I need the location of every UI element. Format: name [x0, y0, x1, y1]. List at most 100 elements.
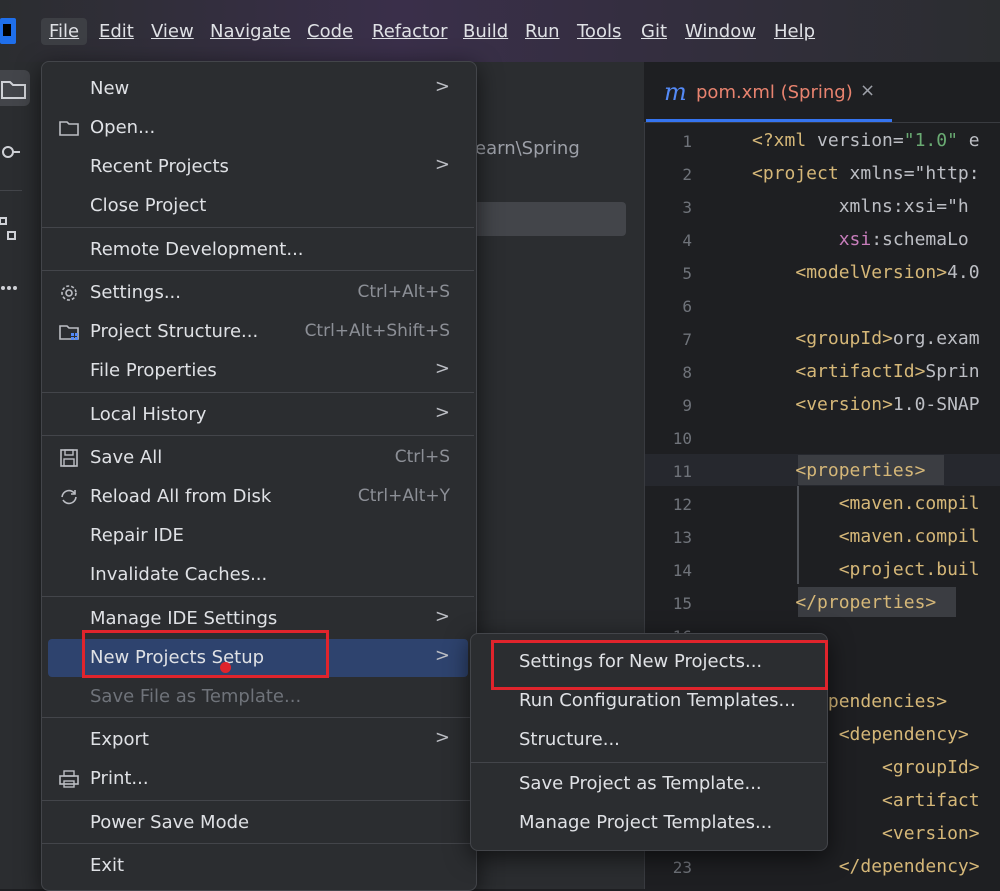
- menu-git[interactable]: Git: [633, 18, 675, 45]
- menu-run[interactable]: Run: [517, 18, 568, 45]
- line-number: 12: [672, 495, 692, 514]
- project-tool-button[interactable]: [0, 70, 30, 106]
- menu-item-open[interactable]: Open...: [48, 109, 468, 147]
- line-number: 9: [682, 396, 692, 415]
- menu-item-shortcut: Ctrl+Alt+S: [357, 282, 450, 302]
- more-icon: [1, 286, 17, 290]
- code-line: <?xml version="1.0" e: [752, 130, 980, 151]
- submenu-arrow-icon: >: [434, 727, 450, 748]
- menu-item-exit[interactable]: Exit: [48, 847, 468, 885]
- reload-icon: [58, 486, 80, 508]
- editor-tab-label: pom.xml (Spring): [696, 82, 853, 103]
- intellij-logo-icon[interactable]: [0, 18, 16, 44]
- menu-refactor-label: Refactor: [372, 21, 448, 42]
- menu-item-export[interactable]: Export >: [48, 721, 468, 759]
- structure-icon: [0, 217, 16, 240]
- menu-separator: [42, 596, 474, 597]
- code-line: xmlns:xsi="h: [752, 196, 969, 217]
- menu-separator: [42, 227, 474, 228]
- menu-item-reload-all[interactable]: Reload All from Disk Ctrl+Alt+Y: [48, 478, 468, 516]
- menu-tools[interactable]: Tools: [569, 18, 629, 45]
- project-tree-selected-row[interactable]: [470, 202, 626, 236]
- menu-tools-label: Tools: [577, 21, 622, 42]
- line-number: 1: [682, 132, 692, 151]
- menu-view[interactable]: View: [143, 18, 202, 45]
- menu-item-close-project[interactable]: Close Project: [48, 187, 468, 225]
- menu-separator: [42, 800, 474, 801]
- printer-icon: [58, 768, 80, 790]
- close-tab-icon[interactable]: ×: [860, 80, 875, 101]
- annotation-highlight-box: [82, 630, 329, 678]
- more-tools-button[interactable]: [0, 272, 30, 308]
- commit-tool-button[interactable]: [0, 134, 30, 170]
- line-number: 4: [682, 231, 692, 250]
- project-path-text: earn\Spring: [475, 138, 580, 159]
- menu-item-repair-ide[interactable]: Repair IDE: [48, 517, 468, 555]
- menu-item-local-history[interactable]: Local History >: [48, 396, 468, 434]
- menu-item-recent-projects[interactable]: Recent Projects >: [48, 148, 468, 186]
- save-icon: [58, 447, 80, 469]
- menu-item-save-all[interactable]: Save All Ctrl+S: [48, 439, 468, 477]
- menu-separator: [42, 392, 474, 393]
- menu-item-label: Save File as Template...: [90, 686, 302, 707]
- menu-item-project-structure[interactable]: Project Structure... Ctrl+Alt+Shift+S: [48, 313, 468, 351]
- menu-item-label: Power Save Mode: [90, 812, 250, 833]
- code-line: </properties>: [795, 592, 937, 613]
- line-number: 5: [682, 264, 692, 283]
- menu-item-shortcut: Ctrl+Alt+Y: [357, 486, 450, 506]
- menu-separator: [42, 270, 474, 271]
- menu-item-label: Repair IDE: [90, 525, 184, 546]
- menu-item-label: Settings...: [90, 282, 181, 303]
- menu-item-label: Local History: [90, 404, 207, 425]
- folder-icon: [58, 117, 80, 139]
- submenu-item-manage-project-templates[interactable]: Manage Project Templates...: [470, 804, 826, 842]
- menu-separator: [42, 717, 474, 718]
- menu-item-label: Print...: [90, 768, 149, 789]
- code-line: <modelVersion>4.0: [795, 262, 980, 283]
- code-line: <properties>: [795, 460, 926, 481]
- line-number: 7: [682, 330, 692, 349]
- menu-code-label: Code: [307, 21, 354, 42]
- menu-build-label: Build: [463, 21, 509, 42]
- submenu-item-save-project-as-template[interactable]: Save Project as Template...: [470, 765, 826, 803]
- menu-item-label: Manage IDE Settings: [90, 608, 278, 629]
- menu-refactor[interactable]: Refactor: [364, 18, 456, 45]
- submenu-arrow-icon: >: [434, 154, 450, 175]
- menu-file[interactable]: File: [41, 18, 88, 45]
- menu-item-file-properties[interactable]: File Properties >: [48, 352, 468, 390]
- menu-separator: [42, 435, 474, 436]
- menu-item-print[interactable]: Print...: [48, 760, 468, 798]
- menu-item-save-file-as-template: Save File as Template...: [48, 678, 468, 716]
- menu-item-settings[interactable]: Settings... Ctrl+Alt+S: [48, 274, 468, 312]
- submenu-arrow-icon: >: [434, 402, 450, 423]
- commit-icon: [2, 146, 20, 158]
- menu-item-label: Export: [90, 729, 149, 750]
- menu-view-label: View: [151, 21, 194, 42]
- menu-item-label: Exit: [90, 855, 125, 876]
- menu-window[interactable]: Window: [677, 18, 764, 45]
- menu-help[interactable]: Help: [766, 18, 823, 45]
- menu-item-new[interactable]: New >: [48, 70, 468, 108]
- line-number: 15: [672, 594, 692, 613]
- menu-item-invalidate-caches[interactable]: Invalidate Caches...: [48, 556, 468, 594]
- menu-navigate-label: Navigate: [210, 21, 291, 42]
- menu-git-label: Git: [641, 21, 668, 42]
- structure-tool-button[interactable]: [0, 210, 30, 246]
- menu-build[interactable]: Build: [455, 18, 516, 45]
- menu-navigate[interactable]: Navigate: [202, 18, 299, 45]
- menu-item-remote-development[interactable]: Remote Development...: [48, 231, 468, 269]
- submenu-arrow-icon: >: [434, 606, 450, 627]
- submenu-arrow-icon: >: [434, 76, 450, 97]
- menu-item-label: Recent Projects: [90, 156, 229, 177]
- project-structure-icon: [58, 321, 80, 343]
- menu-code[interactable]: Code: [299, 18, 361, 45]
- menu-item-label: Remote Development...: [90, 239, 304, 260]
- menu-item-shortcut: Ctrl+Alt+Shift+S: [304, 321, 450, 341]
- menu-item-power-save-mode[interactable]: Power Save Mode: [48, 804, 468, 842]
- gear-icon: [58, 282, 80, 304]
- line-number: 13: [672, 528, 692, 547]
- menu-item-shortcut: Ctrl+S: [394, 447, 450, 467]
- menu-edit[interactable]: Edit: [91, 18, 142, 45]
- submenu-item-label: Save Project as Template...: [519, 773, 762, 794]
- submenu-item-structure[interactable]: Structure...: [470, 721, 826, 759]
